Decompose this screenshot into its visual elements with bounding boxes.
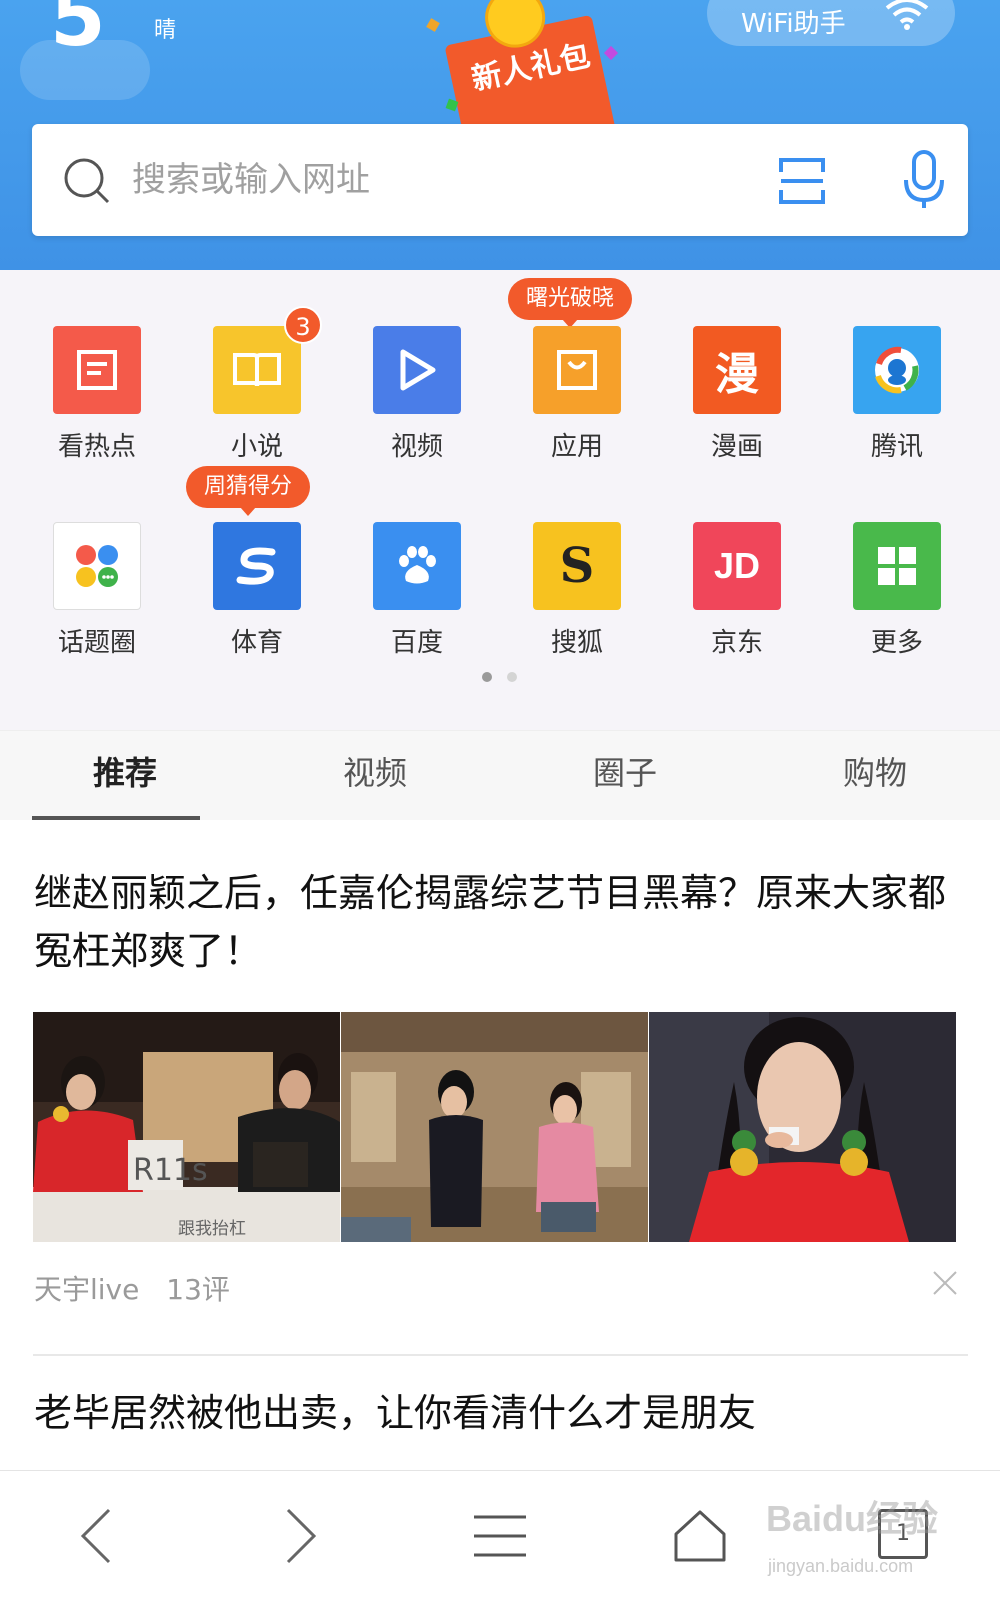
confetti-icon bbox=[426, 18, 440, 32]
shortcut-label: 体育 bbox=[230, 628, 283, 658]
menu-icon[interactable] bbox=[460, 1501, 540, 1571]
shortcut-topic-circle[interactable]: 话题圈 bbox=[26, 522, 166, 672]
tab-circle[interactable]: 圈子 bbox=[500, 731, 750, 821]
baidu-paw-icon bbox=[373, 522, 461, 610]
watermark-url: jingyan.baidu.com bbox=[768, 1556, 914, 1576]
article-thumbnails[interactable]: R11s 跟我抬杠 bbox=[33, 1012, 968, 1242]
page-dot[interactable] bbox=[507, 672, 517, 682]
promo-bubble[interactable]: 周猜得分 bbox=[186, 466, 311, 516]
shortcut-label: 话题圈 bbox=[57, 628, 136, 658]
tab-video[interactable]: 视频 bbox=[250, 731, 500, 821]
grid-more-icon bbox=[853, 522, 941, 610]
tab-recommend[interactable]: 推荐 bbox=[0, 731, 250, 821]
thumbnail-image[interactable] bbox=[341, 1012, 648, 1242]
article-title[interactable]: 继赵丽颖之后，任嘉伦揭露综艺节目黑幕？原来大家都冤枉郑爽了！ bbox=[34, 864, 969, 980]
comic-icon: 漫 bbox=[693, 326, 781, 414]
video-caption: 跟我抬杠 bbox=[178, 1219, 246, 1239]
weather-condition[interactable]: 晴 bbox=[154, 12, 176, 44]
jd-icon: JD bbox=[693, 522, 781, 610]
bag-icon bbox=[533, 326, 621, 414]
content-tabs: 推荐 视频 圈子 购物 bbox=[0, 730, 1000, 820]
shortcut-sports[interactable]: 体育 bbox=[186, 522, 326, 672]
shortcut-grid: 看热点 3 小说 视频 曙光破晓 应用 漫 漫画 腾讯 话题圈 周猜得分 体育 … bbox=[0, 270, 1000, 730]
shortcut-sohu[interactable]: S 搜狐 bbox=[506, 522, 646, 672]
shortcut-novel[interactable]: 3 小说 bbox=[186, 306, 326, 476]
shortcut-label: 搜狐 bbox=[550, 628, 603, 658]
microphone-icon[interactable] bbox=[902, 150, 946, 214]
wifi-assistant-label: WiFi助手 bbox=[741, 8, 846, 39]
shortcut-label: 百度 bbox=[390, 628, 443, 658]
article-source[interactable]: 天宇live bbox=[34, 1273, 139, 1306]
shortcut-jd[interactable]: JD 京东 bbox=[666, 522, 806, 672]
play-icon bbox=[373, 326, 461, 414]
shortcut-baidu[interactable]: 百度 bbox=[346, 522, 486, 672]
shortcut-label: 视频 bbox=[390, 432, 443, 462]
shortcut-comic[interactable]: 漫 漫画 bbox=[666, 326, 806, 476]
shortcut-label: 漫画 bbox=[710, 432, 763, 462]
topic-circle-icon bbox=[53, 522, 141, 610]
shortcut-more[interactable]: 更多 bbox=[826, 522, 966, 672]
article-title[interactable]: 老毕居然被他出卖，让你看清什么才是朋友 bbox=[34, 1384, 969, 1442]
scan-icon[interactable] bbox=[777, 156, 827, 210]
notification-badge: 3 bbox=[284, 306, 322, 344]
book-icon bbox=[213, 326, 301, 414]
thumbnail-image[interactable] bbox=[649, 1012, 956, 1242]
confetti-icon bbox=[445, 98, 459, 112]
thumbnail-image[interactable]: R11s 跟我抬杠 bbox=[33, 1012, 340, 1242]
wifi-icon bbox=[885, 0, 929, 34]
shortcut-label: 腾讯 bbox=[870, 432, 923, 462]
promo-bubble[interactable]: 曙光破晓 bbox=[508, 278, 633, 328]
sports-icon bbox=[213, 522, 301, 610]
shortcut-hot-news[interactable]: 看热点 bbox=[26, 326, 166, 476]
search-icon bbox=[62, 156, 112, 210]
shortcut-video[interactable]: 视频 bbox=[346, 326, 486, 476]
shortcut-label: 看热点 bbox=[57, 432, 136, 462]
product-card-text: R11s bbox=[133, 1153, 208, 1188]
shortcut-label: 小说 bbox=[230, 432, 283, 462]
tencent-icon bbox=[853, 326, 941, 414]
shortcut-label: 应用 bbox=[550, 432, 603, 462]
watermark-logo: Baidu经验 bbox=[766, 1498, 939, 1539]
newspaper-icon bbox=[53, 326, 141, 414]
search-bar[interactable] bbox=[32, 124, 968, 236]
news-feed: 继赵丽颖之后，任嘉伦揭露综艺节目黑幕？原来大家都冤枉郑爽了！ R11s 跟我抬杠 bbox=[0, 820, 1000, 1480]
search-input[interactable] bbox=[132, 152, 632, 208]
forward-icon[interactable] bbox=[260, 1501, 340, 1571]
tab-shopping[interactable]: 购物 bbox=[750, 731, 1000, 821]
divider bbox=[33, 1354, 968, 1356]
page-dot-active[interactable] bbox=[482, 672, 492, 682]
top-header: 5 晴 新人礼包 WiFi助手 bbox=[0, 0, 1000, 270]
shortcut-label: 更多 bbox=[870, 628, 923, 658]
sohu-icon: S bbox=[533, 522, 621, 610]
back-icon[interactable] bbox=[57, 1501, 137, 1571]
comment-count[interactable]: 13评 bbox=[166, 1273, 230, 1306]
temperature[interactable]: 5 bbox=[50, 0, 106, 58]
wifi-assistant-button[interactable]: WiFi助手 bbox=[707, 0, 955, 46]
article-meta: 天宇live 13评 bbox=[34, 1268, 230, 1308]
dismiss-icon[interactable] bbox=[932, 1270, 958, 1296]
shortcut-apps[interactable]: 应用 bbox=[506, 326, 646, 476]
home-icon[interactable] bbox=[660, 1501, 740, 1571]
shortcut-tencent[interactable]: 腾讯 bbox=[826, 326, 966, 476]
shortcut-label: 京东 bbox=[710, 628, 763, 658]
